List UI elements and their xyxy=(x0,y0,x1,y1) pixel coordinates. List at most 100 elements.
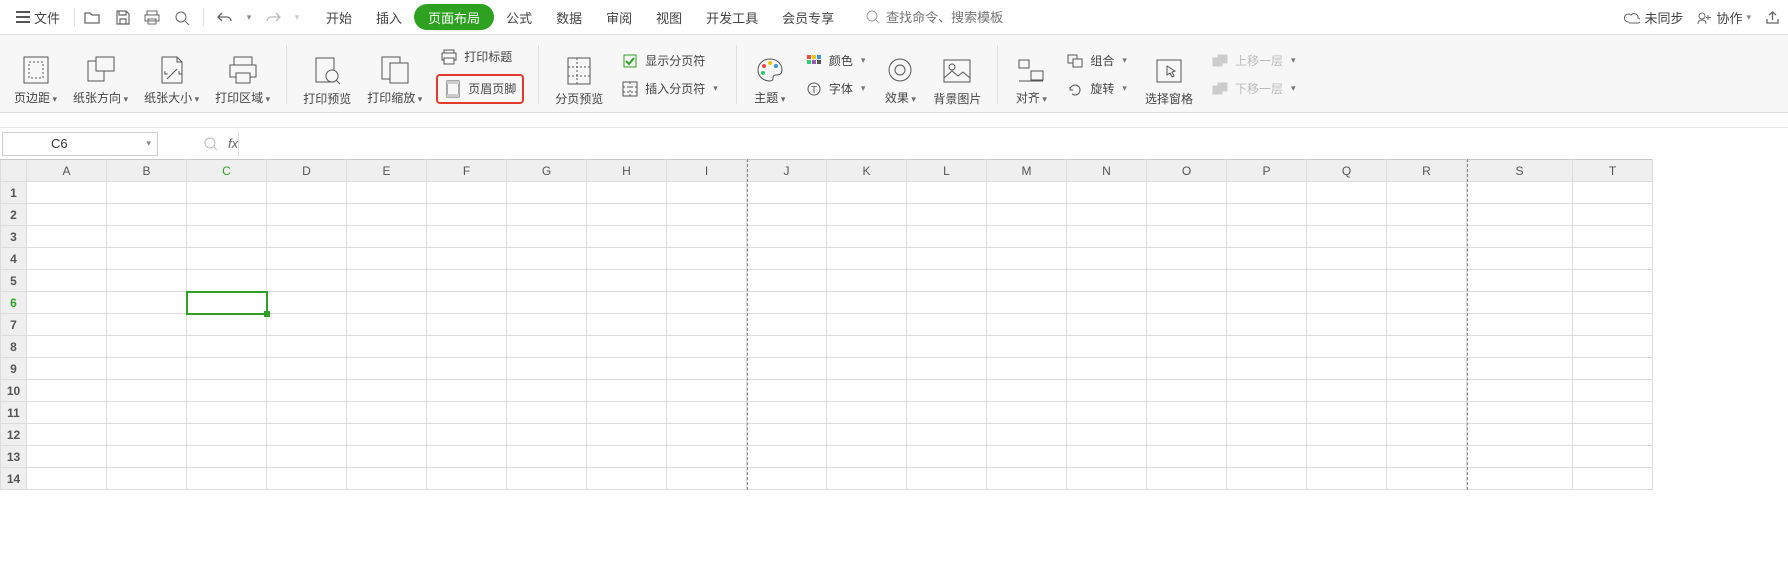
cell[interactable] xyxy=(187,402,267,424)
cell[interactable] xyxy=(1387,446,1467,468)
column-header[interactable]: D xyxy=(267,160,347,182)
column-header[interactable]: B xyxy=(107,160,187,182)
insert-function-button[interactable]: fx xyxy=(228,136,238,151)
cell[interactable] xyxy=(747,204,827,226)
cell[interactable] xyxy=(747,314,827,336)
cell[interactable] xyxy=(1573,292,1653,314)
cell[interactable] xyxy=(1307,380,1387,402)
cell[interactable] xyxy=(347,292,427,314)
cell[interactable] xyxy=(1387,292,1467,314)
row-header[interactable]: 8 xyxy=(1,336,27,358)
tab-vip[interactable]: 会员专享 xyxy=(770,4,846,30)
cell[interactable] xyxy=(27,336,107,358)
cell[interactable] xyxy=(347,314,427,336)
cell[interactable] xyxy=(1147,314,1227,336)
row-header[interactable]: 1 xyxy=(1,182,27,204)
cell[interactable] xyxy=(1467,446,1573,468)
cell[interactable] xyxy=(1227,468,1307,490)
cell[interactable] xyxy=(187,226,267,248)
row-header[interactable]: 12 xyxy=(1,424,27,446)
cell[interactable] xyxy=(1147,226,1227,248)
cell[interactable] xyxy=(187,204,267,226)
cell[interactable] xyxy=(907,248,987,270)
cell[interactable] xyxy=(27,446,107,468)
column-header[interactable]: T xyxy=(1573,160,1653,182)
print-title-button[interactable]: 打印标题 xyxy=(436,46,524,68)
cell[interactable] xyxy=(987,358,1067,380)
cell[interactable] xyxy=(1227,424,1307,446)
cell[interactable] xyxy=(427,182,507,204)
cell[interactable] xyxy=(747,270,827,292)
cell[interactable] xyxy=(347,468,427,490)
cell[interactable] xyxy=(587,468,667,490)
cell[interactable] xyxy=(1147,336,1227,358)
cell[interactable] xyxy=(587,380,667,402)
cell[interactable] xyxy=(1467,358,1573,380)
cell[interactable] xyxy=(27,226,107,248)
file-menu[interactable]: 文件 xyxy=(6,4,70,30)
cell[interactable] xyxy=(1467,270,1573,292)
cell[interactable] xyxy=(347,182,427,204)
orientation-button[interactable]: 纸张方向 xyxy=(65,37,136,112)
cell[interactable] xyxy=(907,204,987,226)
cell[interactable] xyxy=(267,204,347,226)
cell[interactable] xyxy=(907,358,987,380)
cell[interactable] xyxy=(1573,314,1653,336)
cell[interactable] xyxy=(1307,468,1387,490)
cell[interactable] xyxy=(1307,270,1387,292)
cell[interactable] xyxy=(1387,270,1467,292)
cell[interactable] xyxy=(1307,402,1387,424)
cell[interactable] xyxy=(987,314,1067,336)
cell[interactable] xyxy=(107,358,187,380)
cell[interactable] xyxy=(987,468,1067,490)
cell[interactable] xyxy=(1147,402,1227,424)
cell[interactable] xyxy=(1387,336,1467,358)
row-header[interactable]: 9 xyxy=(1,358,27,380)
cell[interactable] xyxy=(1573,402,1653,424)
cell[interactable] xyxy=(587,424,667,446)
cell[interactable] xyxy=(1067,314,1147,336)
cell[interactable] xyxy=(827,336,907,358)
cell[interactable] xyxy=(427,446,507,468)
cell[interactable] xyxy=(827,380,907,402)
cell[interactable] xyxy=(747,424,827,446)
column-header[interactable]: Q xyxy=(1307,160,1387,182)
cell[interactable] xyxy=(587,226,667,248)
column-header[interactable]: A xyxy=(27,160,107,182)
tab-review[interactable]: 审阅 xyxy=(594,4,644,30)
cell[interactable] xyxy=(1227,336,1307,358)
command-search[interactable] xyxy=(866,10,1036,25)
cell[interactable] xyxy=(507,314,587,336)
cell[interactable] xyxy=(827,204,907,226)
header-footer-button[interactable]: 页眉页脚 xyxy=(440,78,520,100)
cell[interactable] xyxy=(1307,358,1387,380)
cell[interactable] xyxy=(907,380,987,402)
tab-view[interactable]: 视图 xyxy=(644,4,694,30)
cell[interactable] xyxy=(1227,402,1307,424)
column-header[interactable]: G xyxy=(507,160,587,182)
search-input[interactable] xyxy=(886,10,1036,25)
cell[interactable] xyxy=(427,468,507,490)
cell[interactable] xyxy=(1227,292,1307,314)
qat-print-icon[interactable] xyxy=(139,4,165,30)
cell[interactable] xyxy=(427,204,507,226)
cell[interactable] xyxy=(267,424,347,446)
cell[interactable] xyxy=(187,182,267,204)
cell[interactable] xyxy=(267,468,347,490)
cell[interactable] xyxy=(507,468,587,490)
cell[interactable] xyxy=(1227,204,1307,226)
cell[interactable] xyxy=(827,248,907,270)
cell[interactable] xyxy=(907,226,987,248)
cell[interactable] xyxy=(667,182,747,204)
cell[interactable] xyxy=(427,270,507,292)
cell[interactable] xyxy=(667,424,747,446)
cell[interactable] xyxy=(1307,248,1387,270)
cell[interactable] xyxy=(507,204,587,226)
cell[interactable] xyxy=(107,226,187,248)
cell[interactable] xyxy=(1307,226,1387,248)
formula-input[interactable] xyxy=(238,132,1784,156)
cell[interactable] xyxy=(907,446,987,468)
cell[interactable] xyxy=(587,314,667,336)
align-button[interactable]: 对齐 xyxy=(1006,37,1056,112)
cell[interactable] xyxy=(1467,204,1573,226)
